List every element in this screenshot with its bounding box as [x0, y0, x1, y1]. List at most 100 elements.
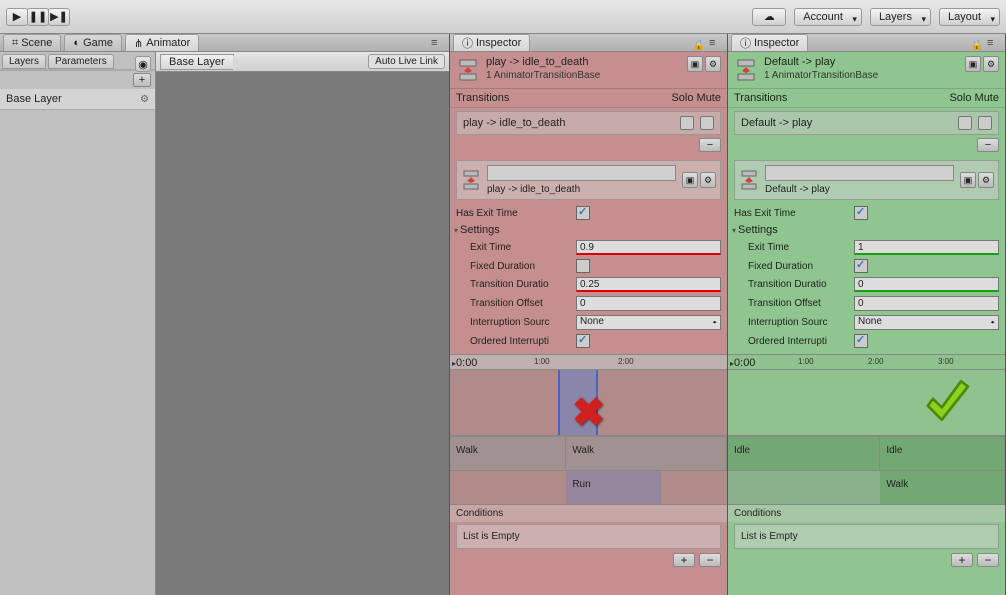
cross-icon: ✖	[572, 390, 606, 436]
clip-walk-1[interactable]: Walk	[450, 437, 566, 470]
tab-scene[interactable]: ⌗Scene	[3, 34, 61, 51]
parameters-tab[interactable]: Parameters	[48, 54, 114, 69]
clip-walk-b[interactable]: Walk	[880, 471, 1005, 504]
mute-checkbox[interactable]	[978, 116, 992, 130]
conditions-header: Conditions	[450, 504, 727, 522]
settings-gear-button[interactable]: ⚙	[978, 172, 994, 188]
transition-list-item-b[interactable]: Default -> play	[734, 111, 999, 135]
gear-icon[interactable]: ⚙	[140, 94, 149, 105]
exit-time-input[interactable]	[576, 240, 721, 255]
panel-menu-icon[interactable]: ≡	[987, 37, 1001, 51]
remove-condition-button[interactable]: −	[977, 553, 999, 567]
breadcrumb-item[interactable]: Base Layer	[160, 54, 234, 70]
has-exit-time-label: Has Exit Time	[456, 208, 572, 219]
tick-3: 3:00	[938, 357, 954, 366]
lock-icon[interactable]: 🔒	[971, 40, 983, 51]
has-exit-time-checkbox[interactable]	[854, 206, 868, 220]
settings-gear-button[interactable]: ⚙	[705, 56, 721, 72]
toolbar-right: ☁ Account Layers Layout	[752, 8, 1000, 26]
add-condition-button[interactable]: +	[673, 553, 695, 567]
scene-icon: ⌗	[12, 37, 18, 50]
tick-2: 2:00	[618, 357, 634, 366]
exit-time-input[interactable]	[854, 240, 999, 255]
panel-menu-icon[interactable]: ≡	[709, 37, 723, 51]
interruption-source-label: Interruption Sourc	[734, 317, 850, 328]
remove-transition-button[interactable]: −	[977, 138, 999, 152]
clip-idle-1[interactable]: Idle	[728, 437, 880, 470]
cloud-button[interactable]: ☁	[752, 8, 786, 26]
game-icon: ◐	[73, 37, 80, 49]
inspectorA-header: play -> idle_to_death 1 AnimatorTransiti…	[450, 52, 727, 89]
transition-list-item-a[interactable]: play -> idle_to_death	[456, 111, 721, 135]
base-layer-label: Base Layer	[6, 93, 62, 105]
tab-scene-label: Scene	[21, 37, 52, 49]
settings-gear-button[interactable]: ⚙	[700, 172, 716, 188]
base-layer-row[interactable]: Base Layer ⚙	[0, 89, 155, 110]
pause-button[interactable]: ❚❚	[27, 8, 49, 26]
transition-name-input[interactable]	[487, 165, 676, 181]
panel-menu-icon[interactable]: ≡	[431, 37, 445, 51]
inspector-icon: ⓘ	[740, 35, 751, 51]
settings-foldout[interactable]: Settings	[450, 222, 727, 238]
animator-tab-bar: ⌗Scene ◐Game ⋔Animator ≡	[0, 34, 449, 52]
transition-duration-input[interactable]	[854, 277, 999, 292]
transition-offset-label: Transition Offset	[456, 298, 572, 309]
solo-label: Solo	[671, 92, 693, 104]
mute-checkbox[interactable]	[700, 116, 714, 130]
transition-item-label: Default -> play	[741, 117, 812, 129]
transition-offset-input[interactable]	[854, 296, 999, 311]
has-exit-time-checkbox[interactable]	[576, 206, 590, 220]
visibility-button[interactable]: ◉	[135, 56, 151, 72]
exit-time-label: Exit Time	[734, 242, 850, 253]
account-dropdown[interactable]: Account	[794, 8, 862, 26]
transitions-header-row-b: Transitions Solo Mute	[728, 89, 1005, 108]
transition-duration-label: Transition Duratio	[734, 279, 850, 290]
add-condition-button[interactable]: +	[951, 553, 973, 567]
clip-walk-2[interactable]: Walk	[566, 437, 727, 470]
layout-dropdown[interactable]: Layout	[939, 8, 1000, 26]
play-button[interactable]: ▶	[6, 8, 28, 26]
remove-condition-button[interactable]: −	[699, 553, 721, 567]
tab-game[interactable]: ◐Game	[64, 34, 122, 51]
transitions-label: Transitions	[734, 92, 787, 104]
settings-gear-button[interactable]: ⚙	[983, 56, 999, 72]
tab-inspector-b[interactable]: ⓘInspector	[731, 34, 808, 51]
auto-live-link-toggle[interactable]: Auto Live Link	[368, 54, 445, 69]
transition-timeline-a[interactable]: ▸0:00 1:00 2:00 ✖ Walk Walk Run	[450, 354, 727, 504]
transition-offset-input[interactable]	[576, 296, 721, 311]
step-button[interactable]: ▶❚	[48, 8, 70, 26]
inspector-panel-good: ⓘInspector 🔒 ≡ Default -> play 1 Animato…	[728, 34, 1006, 595]
transition-timeline-b[interactable]: ▸0:00 1:00 2:00 3:00 Idle Idle Walk	[728, 354, 1005, 504]
reference-button[interactable]: ▣	[965, 56, 981, 72]
transitions-label: Transitions	[456, 92, 509, 104]
add-layer-button[interactable]: +	[133, 73, 151, 87]
transition-name-input[interactable]	[765, 165, 954, 181]
tab-animator[interactable]: ⋔Animator	[125, 34, 199, 51]
tab-inspector-a[interactable]: ⓘInspector	[453, 34, 530, 51]
transitions-header-row: Transitions Solo Mute	[450, 89, 727, 108]
clip-run[interactable]: Run	[566, 471, 660, 504]
reference-button[interactable]: ▣	[960, 172, 976, 188]
settings-foldout[interactable]: Settings	[728, 222, 1005, 238]
interruption-source-select[interactable]: None	[576, 315, 721, 330]
inspector-panel-bad: ⓘInspector 🔒 ≡ play -> idle_to_death 1 A…	[450, 34, 728, 595]
layers-tab[interactable]: Layers	[2, 54, 46, 69]
inspectorB-title: Default -> play	[764, 56, 959, 68]
interruption-source-select[interactable]: None	[854, 315, 999, 330]
solo-checkbox[interactable]	[958, 116, 972, 130]
ordered-interrupt-label: Ordered Interrupti	[734, 336, 850, 347]
lock-icon[interactable]: 🔒	[693, 40, 705, 51]
reference-button[interactable]: ▣	[687, 56, 703, 72]
fixed-duration-checkbox[interactable]	[576, 259, 590, 273]
reference-button[interactable]: ▣	[682, 172, 698, 188]
layers-dropdown[interactable]: Layers	[870, 8, 931, 26]
clip-idle-2[interactable]: Idle	[880, 437, 1005, 470]
conditions-empty-text: List is Empty	[456, 524, 721, 549]
top-toolbar: ▶ ❚❚ ▶❚ ☁ Account Layers Layout	[0, 0, 1006, 34]
tab-game-label: Game	[83, 37, 113, 49]
transition-preview-label: play -> idle_to_death	[487, 184, 676, 195]
fixed-duration-checkbox[interactable]	[854, 259, 868, 273]
solo-checkbox[interactable]	[680, 116, 694, 130]
remove-transition-button[interactable]: −	[699, 138, 721, 152]
transition-duration-input[interactable]	[576, 277, 721, 292]
